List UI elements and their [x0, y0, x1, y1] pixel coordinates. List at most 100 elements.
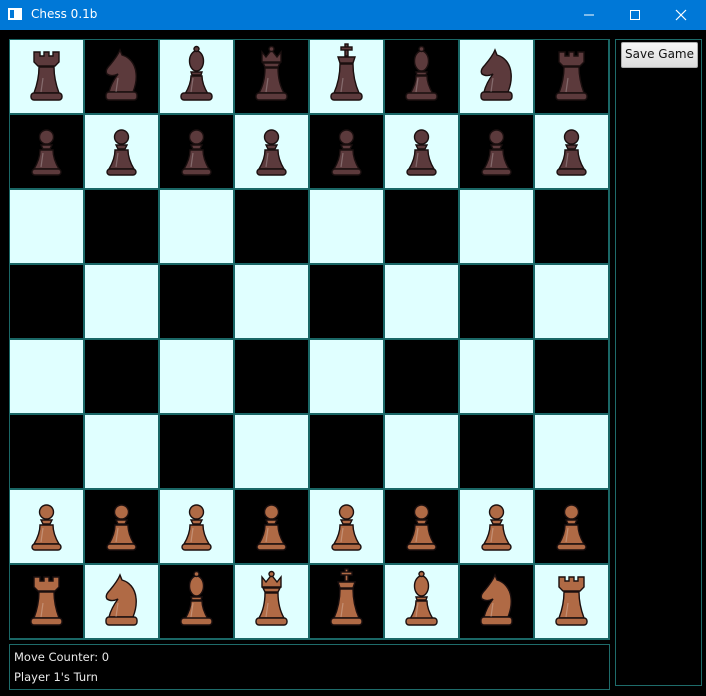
board-square[interactable] — [10, 40, 83, 113]
board-square[interactable] — [85, 415, 158, 488]
board-square[interactable] — [85, 565, 158, 638]
board-square[interactable] — [160, 415, 233, 488]
pawn-piece-icon[interactable] — [10, 115, 83, 188]
board-square[interactable] — [385, 115, 458, 188]
rook-piece-icon[interactable] — [10, 565, 83, 638]
board-square[interactable] — [385, 415, 458, 488]
board-square[interactable] — [160, 490, 233, 563]
board-square[interactable] — [235, 115, 308, 188]
board-square[interactable] — [385, 265, 458, 338]
pawn-piece-icon[interactable] — [310, 115, 383, 188]
board-square[interactable] — [460, 265, 533, 338]
board-square[interactable] — [460, 490, 533, 563]
board-square[interactable] — [310, 565, 383, 638]
board-square[interactable] — [85, 40, 158, 113]
board-square[interactable] — [310, 415, 383, 488]
board-square[interactable] — [535, 415, 608, 488]
board-square[interactable] — [385, 490, 458, 563]
pawn-piece-icon[interactable] — [460, 490, 533, 563]
rook-piece-icon[interactable] — [10, 40, 83, 113]
pawn-piece-icon[interactable] — [535, 490, 608, 563]
board-square[interactable] — [160, 565, 233, 638]
board-square[interactable] — [460, 115, 533, 188]
pawn-piece-icon[interactable] — [85, 490, 158, 563]
bishop-piece-icon[interactable] — [385, 40, 458, 113]
board-square[interactable] — [385, 190, 458, 263]
board-square[interactable] — [460, 340, 533, 413]
board-square[interactable] — [385, 565, 458, 638]
pawn-piece-icon[interactable] — [385, 115, 458, 188]
pawn-piece-icon[interactable] — [385, 490, 458, 563]
board-square[interactable] — [385, 340, 458, 413]
board-square[interactable] — [10, 490, 83, 563]
board-square[interactable] — [160, 340, 233, 413]
minimize-button[interactable] — [566, 0, 612, 30]
board-square[interactable] — [460, 565, 533, 638]
board-square[interactable] — [535, 565, 608, 638]
bishop-piece-icon[interactable] — [160, 40, 233, 113]
king-piece-icon[interactable] — [310, 565, 383, 638]
queen-piece-icon[interactable] — [235, 40, 308, 113]
board-square[interactable] — [10, 565, 83, 638]
board-square[interactable] — [310, 340, 383, 413]
maximize-button[interactable] — [612, 0, 658, 30]
bishop-piece-icon[interactable] — [160, 565, 233, 638]
board-square[interactable] — [235, 565, 308, 638]
board-square[interactable] — [385, 40, 458, 113]
knight-piece-icon[interactable] — [85, 40, 158, 113]
board-square[interactable] — [535, 340, 608, 413]
pawn-piece-icon[interactable] — [235, 115, 308, 188]
board-square[interactable] — [85, 115, 158, 188]
board-square[interactable] — [160, 40, 233, 113]
board-square[interactable] — [10, 415, 83, 488]
board-square[interactable] — [310, 40, 383, 113]
rook-piece-icon[interactable] — [535, 40, 608, 113]
queen-piece-icon[interactable] — [235, 565, 308, 638]
board-square[interactable] — [310, 265, 383, 338]
pawn-piece-icon[interactable] — [310, 490, 383, 563]
pawn-piece-icon[interactable] — [10, 490, 83, 563]
board-square[interactable] — [535, 40, 608, 113]
knight-piece-icon[interactable] — [460, 565, 533, 638]
pawn-piece-icon[interactable] — [85, 115, 158, 188]
board-square[interactable] — [235, 490, 308, 563]
board-square[interactable] — [85, 340, 158, 413]
pawn-piece-icon[interactable] — [235, 490, 308, 563]
board-square[interactable] — [535, 190, 608, 263]
pawn-piece-icon[interactable] — [160, 490, 233, 563]
board-square[interactable] — [160, 265, 233, 338]
rook-piece-icon[interactable] — [535, 565, 608, 638]
board-square[interactable] — [235, 340, 308, 413]
pawn-piece-icon[interactable] — [160, 115, 233, 188]
pawn-piece-icon[interactable] — [535, 115, 608, 188]
board-square[interactable] — [10, 190, 83, 263]
board-square[interactable] — [85, 490, 158, 563]
board-square[interactable] — [235, 190, 308, 263]
board-square[interactable] — [235, 40, 308, 113]
board-square[interactable] — [535, 490, 608, 563]
board-square[interactable] — [85, 265, 158, 338]
pawn-piece-icon[interactable] — [460, 115, 533, 188]
board-square[interactable] — [10, 115, 83, 188]
board-square[interactable] — [310, 115, 383, 188]
board-square[interactable] — [85, 190, 158, 263]
board-square[interactable] — [460, 190, 533, 263]
board-square[interactable] — [235, 265, 308, 338]
board-square[interactable] — [535, 115, 608, 188]
board-square[interactable] — [310, 190, 383, 263]
knight-piece-icon[interactable] — [85, 565, 158, 638]
board-square[interactable] — [460, 415, 533, 488]
board-square[interactable] — [10, 265, 83, 338]
bishop-piece-icon[interactable] — [385, 565, 458, 638]
board-square[interactable] — [10, 340, 83, 413]
board-square[interactable] — [460, 40, 533, 113]
save-game-button[interactable]: Save Game — [621, 42, 698, 68]
king-piece-icon[interactable] — [310, 40, 383, 113]
board-square[interactable] — [310, 490, 383, 563]
board-square[interactable] — [535, 265, 608, 338]
board-square[interactable] — [160, 190, 233, 263]
knight-piece-icon[interactable] — [460, 40, 533, 113]
board-square[interactable] — [160, 115, 233, 188]
board-square[interactable] — [235, 415, 308, 488]
close-button[interactable] — [658, 0, 704, 30]
